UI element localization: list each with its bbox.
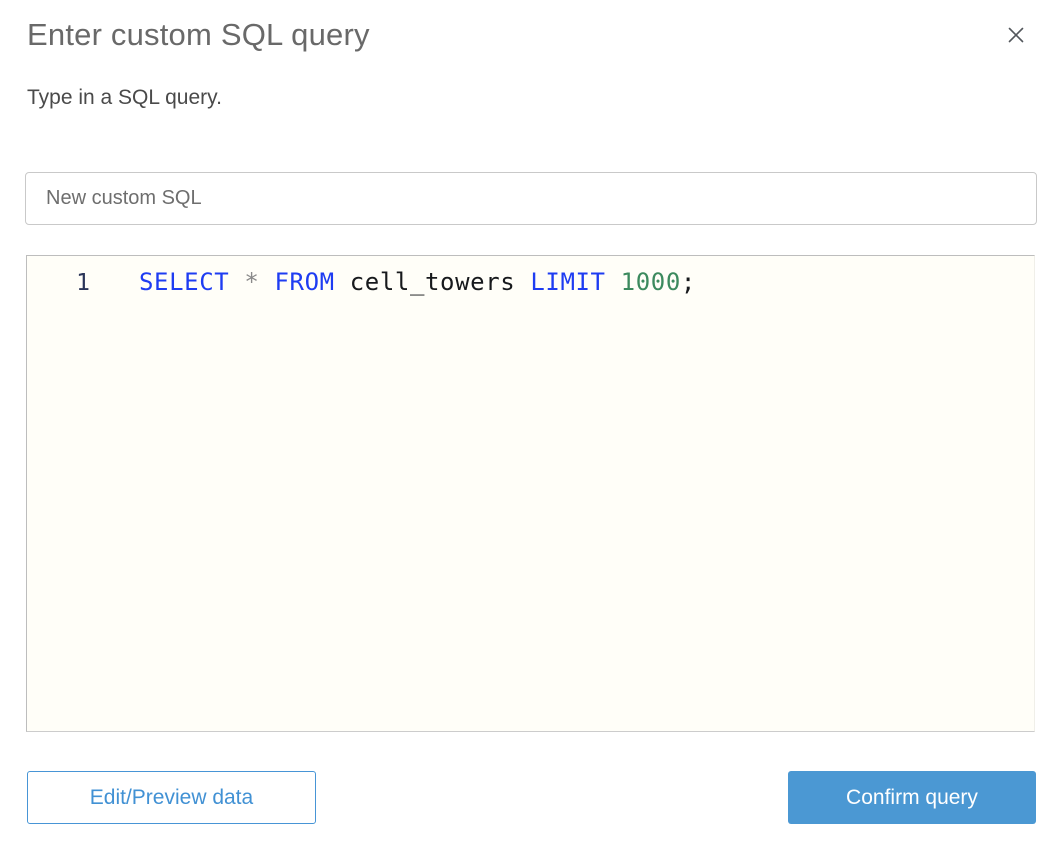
sql-token-number: 1000	[620, 268, 681, 296]
dialog-subtitle: Type in a SQL query.	[27, 86, 222, 109]
sql-editor[interactable]: 1 SELECT * FROM cell_towers LIMIT 1000;	[26, 255, 1035, 732]
sql-token-plain	[259, 268, 274, 296]
edit-preview-data-button[interactable]: Edit/Preview data	[27, 771, 316, 824]
sql-token-plain	[229, 268, 244, 296]
close-icon	[1006, 25, 1026, 45]
sql-token-keyword: SELECT	[139, 268, 230, 296]
sql-token-plain	[515, 268, 530, 296]
close-button[interactable]	[1001, 20, 1031, 50]
line-number: 1	[76, 270, 90, 296]
confirm-query-button[interactable]: Confirm query	[788, 771, 1036, 824]
sql-token-plain	[335, 268, 350, 296]
sql-token-plain: ;	[680, 268, 696, 296]
code-line: 1 SELECT * FROM cell_towers LIMIT 1000;	[27, 256, 1034, 296]
sql-token-keyword: LIMIT	[530, 268, 606, 296]
sql-token-operator: *	[244, 268, 260, 296]
sql-token-identifier: cell_towers	[349, 268, 516, 296]
query-name-input[interactable]	[25, 172, 1037, 225]
sql-token-plain	[606, 268, 621, 296]
sql-code-line[interactable]: SELECT * FROM cell_towers LIMIT 1000;	[139, 268, 696, 296]
sql-token-keyword: FROM	[274, 268, 335, 296]
dialog-title: Enter custom SQL query	[27, 17, 370, 52]
custom-sql-dialog: Enter custom SQL query Type in a SQL que…	[0, 0, 1061, 845]
